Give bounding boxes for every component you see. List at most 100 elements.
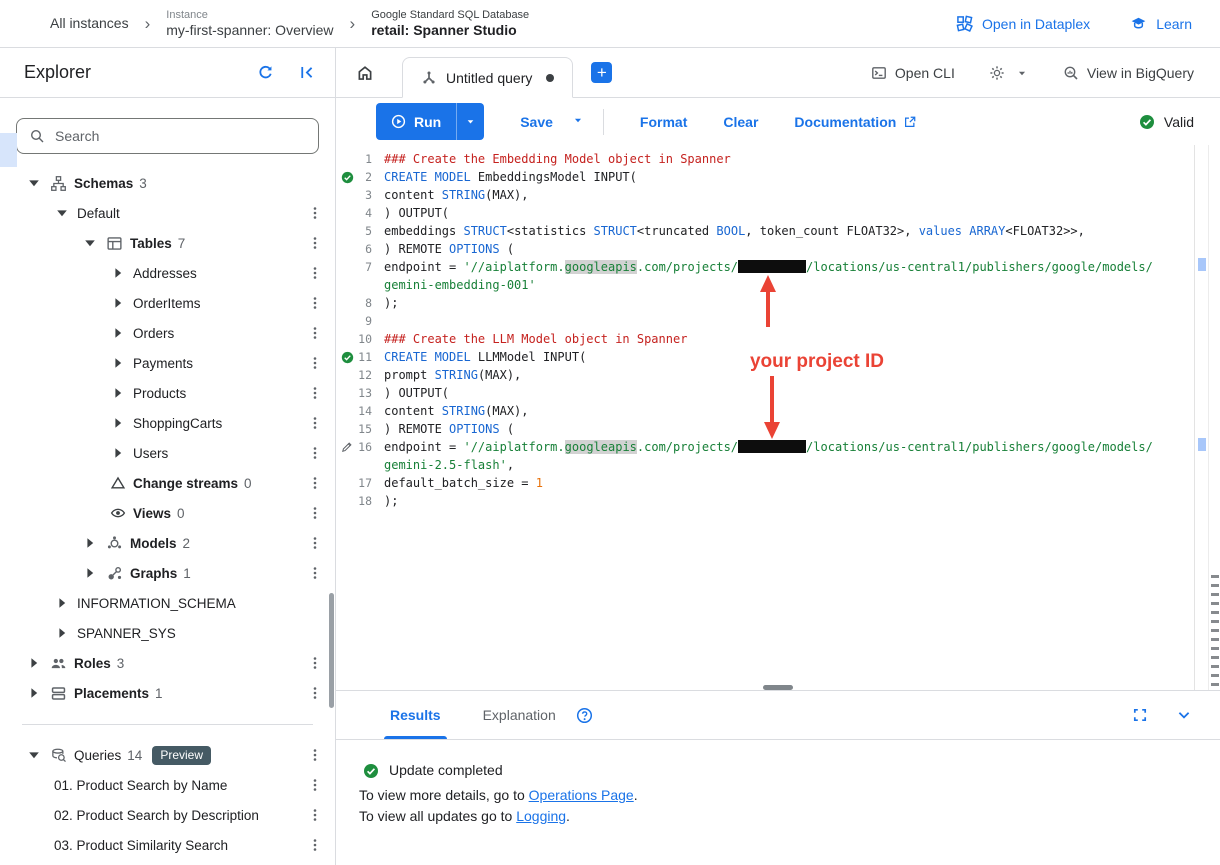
- expander-closed-icon[interactable]: [82, 535, 98, 551]
- new-tab-button[interactable]: +: [591, 62, 612, 83]
- kebab-icon[interactable]: [307, 355, 323, 371]
- expander-closed-icon[interactable]: [26, 685, 42, 701]
- tree-item-queries[interactable]: Queries14Preview: [0, 740, 335, 770]
- kebab-icon[interactable]: [307, 205, 323, 221]
- sql-editor[interactable]: 1### Create the Embedding Model object i…: [336, 145, 1220, 690]
- learn-button[interactable]: Learn: [1130, 15, 1192, 32]
- kebab-icon[interactable]: [307, 445, 323, 461]
- tree-item-information-schema[interactable]: INFORMATION_SCHEMA: [0, 588, 335, 618]
- kebab-icon[interactable]: [307, 747, 323, 763]
- code-text: ) OUTPUT(: [384, 384, 449, 402]
- tree-item-payments[interactable]: Payments: [0, 348, 335, 378]
- expander-closed-icon[interactable]: [54, 625, 70, 641]
- kebab-icon[interactable]: [307, 475, 323, 491]
- open-cli-button[interactable]: Open CLI: [871, 65, 955, 81]
- kebab-icon[interactable]: [307, 565, 323, 581]
- editor-settings-button[interactable]: [989, 65, 1029, 81]
- search-box[interactable]: [16, 118, 319, 154]
- tree-item-spanner-sys[interactable]: SPANNER_SYS: [0, 618, 335, 648]
- expander-closed-icon[interactable]: [110, 265, 126, 281]
- breadcrumb-item-all-instances[interactable]: All instances: [50, 15, 129, 32]
- tree-item-models[interactable]: Models2: [0, 528, 335, 558]
- breadcrumb-item-retail-spanner-studio[interactable]: Google Standard SQL Databaseretail: Span…: [371, 8, 529, 39]
- expander-closed-icon[interactable]: [110, 385, 126, 401]
- format-button[interactable]: Format: [640, 114, 687, 130]
- tree-item-label: Orders: [133, 326, 174, 341]
- kebab-icon[interactable]: [307, 807, 323, 823]
- run-button[interactable]: Run: [376, 103, 456, 140]
- code-text: ) REMOTE OPTIONS (: [384, 240, 514, 258]
- tree-item-views[interactable]: Views0: [0, 498, 335, 528]
- tree-item-default[interactable]: Default: [0, 198, 335, 228]
- code-line: 6) REMOTE OPTIONS (: [336, 240, 1180, 258]
- expander-closed-icon[interactable]: [110, 325, 126, 341]
- expander-open-icon[interactable]: [82, 235, 98, 251]
- detail-prefix: To view all updates go to: [359, 808, 516, 824]
- expander-open-icon[interactable]: [54, 205, 70, 221]
- kebab-icon[interactable]: [307, 265, 323, 281]
- tree-item-label: Default: [77, 206, 120, 221]
- kebab-icon[interactable]: [307, 685, 323, 701]
- kebab-icon[interactable]: [307, 535, 323, 551]
- documentation-link[interactable]: Documentation: [794, 114, 917, 130]
- sidebar-scrollbar[interactable]: [329, 593, 334, 708]
- tree-item-change-streams[interactable]: Change streams0: [0, 468, 335, 498]
- tree-item-schemas[interactable]: Schemas3: [0, 168, 335, 198]
- expander-closed-icon[interactable]: [110, 445, 126, 461]
- tree-item-shoppingcarts[interactable]: ShoppingCarts: [0, 408, 335, 438]
- search-input[interactable]: [55, 128, 306, 144]
- tree-item-01-product-search-by-name[interactable]: 01. Product Search by Name: [0, 770, 335, 800]
- edit-pencil-icon: [340, 440, 354, 454]
- fullscreen-icon[interactable]: [1132, 707, 1148, 723]
- line-number: 11: [358, 348, 384, 366]
- collapse-panel-icon[interactable]: [298, 64, 315, 81]
- breadcrumb-item-my-first-spanner-overview[interactable]: Instancemy-first-spanner: Overview: [166, 8, 333, 39]
- tree-item-products[interactable]: Products: [0, 378, 335, 408]
- results-detail-line: To view more details, go to Operations P…: [359, 785, 1220, 806]
- expander-closed-icon[interactable]: [110, 355, 126, 371]
- tree-item-graphs[interactable]: Graphs1: [0, 558, 335, 588]
- detail-link-operations-page[interactable]: Operations Page: [529, 787, 634, 803]
- open-in-dataplex-button[interactable]: Open in Dataplex: [956, 15, 1090, 32]
- detail-link-logging[interactable]: Logging: [516, 808, 566, 824]
- kebab-icon[interactable]: [307, 655, 323, 671]
- tree-item-users[interactable]: Users: [0, 438, 335, 468]
- expander-closed-icon[interactable]: [54, 595, 70, 611]
- run-options-caret[interactable]: [456, 103, 484, 140]
- kebab-icon[interactable]: [307, 777, 323, 793]
- tree-item-roles[interactable]: Roles3: [0, 648, 335, 678]
- expander-open-icon[interactable]: [26, 175, 42, 191]
- kebab-icon[interactable]: [307, 385, 323, 401]
- line-number: 7: [358, 258, 384, 276]
- expander-closed-icon[interactable]: [82, 565, 98, 581]
- tab-untitled-query[interactable]: Untitled query: [402, 57, 573, 98]
- results-tab-results[interactable]: Results: [390, 691, 441, 739]
- kebab-icon[interactable]: [307, 295, 323, 311]
- tree-item-addresses[interactable]: Addresses: [0, 258, 335, 288]
- panel-resize-handle[interactable]: [763, 685, 793, 690]
- kebab-icon[interactable]: [307, 235, 323, 251]
- results-tab-explanation[interactable]: Explanation: [483, 691, 556, 739]
- tree-item-03-product-similarity-search[interactable]: 03. Product Similarity Search: [0, 830, 335, 860]
- tree-item-orders[interactable]: Orders: [0, 318, 335, 348]
- expander-closed-icon[interactable]: [110, 295, 126, 311]
- expander-open-icon[interactable]: [26, 747, 42, 763]
- tree-item-tables[interactable]: Tables7: [0, 228, 335, 258]
- view-in-bigquery-button[interactable]: View in BigQuery: [1063, 65, 1194, 81]
- kebab-icon[interactable]: [307, 415, 323, 431]
- tree-item-02-product-search-by-description[interactable]: 02. Product Search by Description: [0, 800, 335, 830]
- save-options-caret[interactable]: [571, 113, 585, 130]
- expander-closed-icon[interactable]: [110, 415, 126, 431]
- refresh-icon[interactable]: [257, 64, 274, 81]
- home-tab-button[interactable]: [346, 54, 384, 92]
- kebab-icon[interactable]: [307, 837, 323, 853]
- kebab-icon[interactable]: [307, 505, 323, 521]
- tree-item-orderitems[interactable]: OrderItems: [0, 288, 335, 318]
- clear-button[interactable]: Clear: [723, 114, 758, 130]
- help-icon[interactable]: [576, 707, 593, 724]
- chevron-down-icon[interactable]: [1176, 707, 1192, 723]
- tree-item-placements[interactable]: Placements1: [0, 678, 335, 708]
- expander-closed-icon[interactable]: [26, 655, 42, 671]
- kebab-icon[interactable]: [307, 325, 323, 341]
- save-button[interactable]: Save: [520, 114, 553, 130]
